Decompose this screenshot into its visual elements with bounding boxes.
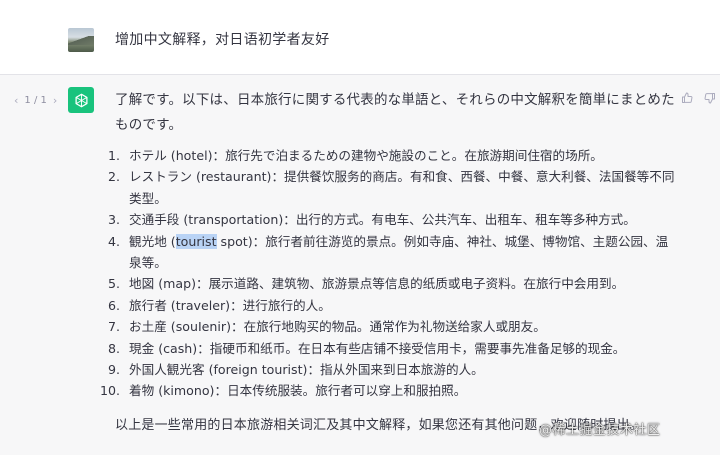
list-item-text-start: お土産 (sou [129,319,198,335]
list-item-number: 6. [107,297,120,313]
list-item-text: 着物 (kimono)：日本传统服装。旅行者可以穿上和服拍照。 [129,383,467,399]
thumbs-down-icon[interactable] [703,91,717,105]
list-item: 4. 観光地 (tourist spot)：旅行者前往游览的景点。例如寺庙、神社… [98,231,678,274]
user-message-text: 增加中文解释，对日语初学者友好 [115,32,330,48]
list-item-text: 地図 (map)：展示道路、建筑物、旅游景点等信息的纸质或电子资料。在旅行中会用… [129,276,625,292]
list-item-number: 7. [107,319,120,335]
list-item-number: 1. [107,148,120,163]
list-item-number: 5. [107,276,120,292]
list-item-number: 9. [107,362,120,378]
list-item-text: 外国人観光客 (foreign tourist)：指从外国来到日本旅游的人。 [129,362,484,378]
pager-label: 1 / 1 [24,95,47,106]
list-item-text: 現金 (cash)：指硬币和纸币。在日本有些店铺不接受信用卡，需要事先准备足够的… [129,340,626,356]
chevron-left-icon[interactable]: ‹ [14,94,18,107]
chevron-right-icon[interactable]: › [53,94,57,107]
list-item: 5. 地図 (map)：展示道路、建筑物、旅游景点等信息的纸质或电子资料。在旅行… [98,273,678,294]
list-item-number: 10. [99,383,120,399]
list-item-text: 旅行者 (traveler)：进行旅行的人。 [129,297,331,313]
list-item: 1. ホテル (hotel)：旅行先で泊まるための建物や施設のこと。在旅游期间住… [98,145,678,166]
list-item-text: お土産 (souIenir)：在旅行地购买的物品。通常作为礼物送给家人或朋友。 [129,316,678,337]
list-item-text: レストラン (restaurant)：提供餐饮服务的商店。有和食、西餐、中餐、意… [129,169,675,206]
list-item-text-end: enir)：在旅行地购买的物品。通常作为礼物送给家人或朋友。 [201,319,546,335]
list-item-number: 2. [107,169,120,185]
list-item: 6. 旅行者 (traveler)：进行旅行的人。 [98,295,678,316]
user-message-row: 增加中文解释，对日语初学者友好 [0,0,720,75]
list-item-number: 3. [107,212,120,228]
list-item: 3. 交通手段 (transportation)：出行的方式。有电车、公共汽车、… [98,209,678,230]
list-item: 8. 現金 (cash)：指硬币和纸币。在日本有些店铺不接受信用卡，需要事先准备… [98,338,678,359]
list-item: 2. レストラン (restaurant)：提供餐饮服务的商店。有和食、西餐、中… [98,166,678,209]
list-item-text-start: 観光地 ( [129,233,176,249]
list-item: 7. お土産 (souIenir)：在旅行地购买的物品。通常作为礼物送给家人或朋… [98,316,678,337]
response-pager: ‹ 1 / 1 › [14,94,57,107]
user-avatar [68,28,94,52]
list-item-text: ホテル (hotel)：旅行先で泊まるための建物や施設のこと。在旅游期间住宿的场… [129,148,603,163]
chatgpt-logo-icon [68,87,94,113]
list-item-number: 8. [107,340,120,356]
list-item-text: 交通手段 (transportation)：出行的方式。有电车、公共汽车、出租车… [129,212,636,228]
vocabulary-list: 1. ホテル (hotel)：旅行先で泊まるための建物や施設のこと。在旅游期间住… [98,145,678,402]
assistant-intro-text: 了解です。以下は、日本旅行に関する代表的な単語と、それらの中文解釈を簡単にまとめ… [115,92,675,133]
list-item: 10. 着物 (kimono)：日本传统服装。旅行者可以穿上和服拍照。 [98,380,678,401]
list-item: 9. 外国人観光客 (foreign tourist)：指从外国来到日本旅游的人… [98,359,678,380]
selected-text-highlight[interactable]: tourist [175,233,217,249]
list-item-number: 4. [107,233,120,249]
thumbs-up-icon[interactable] [680,91,694,105]
watermark: @稀土掘金技术社区 [539,423,661,438]
list-item-text: 観光地 (tourist spot)：旅行者前往游览的景点。例如寺庙、神社、城堡… [129,231,678,274]
